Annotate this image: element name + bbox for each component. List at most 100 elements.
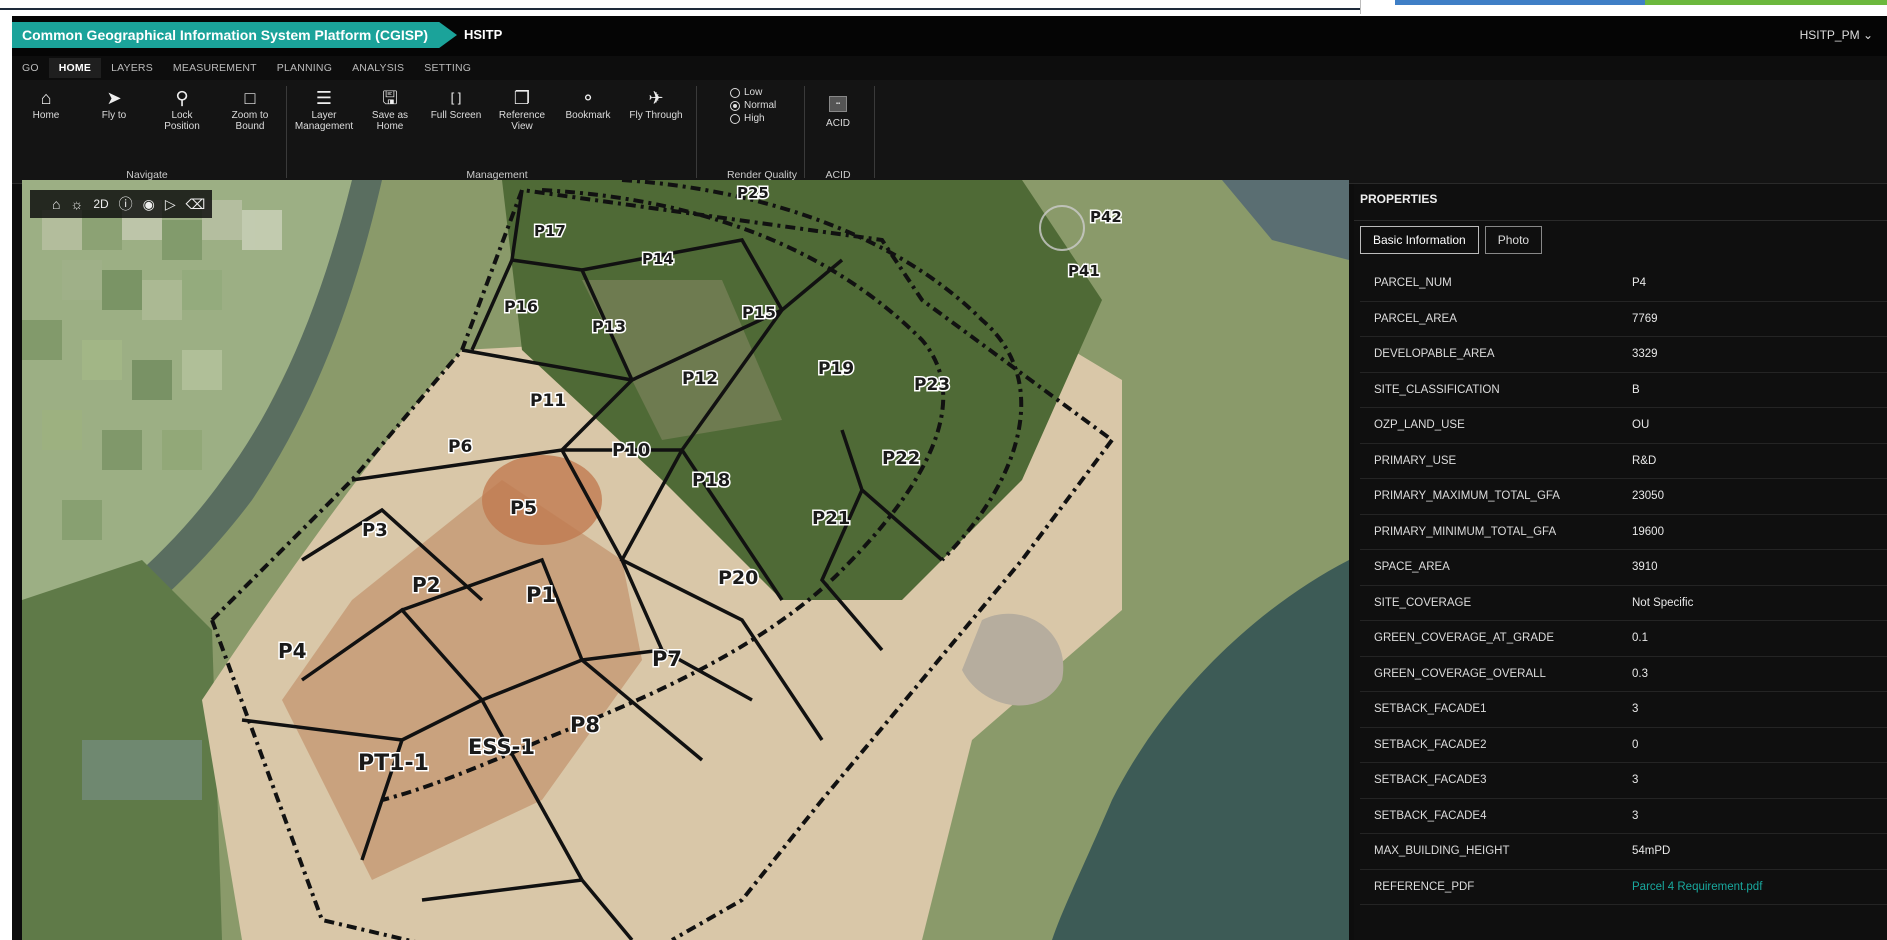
menu-layers[interactable]: LAYERS [101, 58, 163, 78]
home-icon[interactable]: ⌂ [52, 190, 60, 218]
menu-setting[interactable]: SETTING [414, 58, 481, 78]
lock-position-label: Lock Position [164, 110, 200, 132]
menu-planning[interactable]: PLANNING [267, 58, 342, 78]
video-icon[interactable]: ▷ [165, 190, 176, 218]
menu-measurement[interactable]: MEASUREMENT [163, 58, 267, 78]
tag-icon: ⚬ [580, 88, 596, 108]
ribbon-separator [696, 86, 697, 178]
parcel-label[interactable]: P16 [503, 296, 540, 318]
menu-analysis[interactable]: ANALYSIS [342, 58, 414, 78]
property-key: SETBACK_FACADE2 [1374, 738, 1487, 751]
home-button[interactable]: ⌂ Home [14, 86, 78, 121]
camera-icon[interactable]: ◉ [143, 190, 155, 218]
map-viewer[interactable]: P25 P17 P14 P42 P41 P16 P13 P15 P12 P19 … [22, 180, 1349, 940]
acid-button[interactable]: ▪▪ ACID [806, 92, 870, 129]
property-row: SETBACK_FACADE3 3 [1360, 763, 1887, 799]
parcel-label[interactable]: P2 [411, 572, 443, 599]
properties-title: PROPERTIES [1360, 192, 1438, 206]
parcel-label[interactable]: P6 [447, 436, 474, 459]
parcel-label[interactable]: P14 [641, 249, 676, 270]
property-row: SETBACK_FACADE1 3 [1360, 692, 1887, 728]
tab-photo[interactable]: Photo [1484, 226, 1543, 254]
parcel-label[interactable]: P25 [736, 183, 771, 204]
property-key: MAX_BUILDING_HEIGHT [1374, 845, 1510, 858]
zoom-to-bound-button[interactable]: □ Zoom to Bound [218, 86, 282, 132]
property-value: 3 [1632, 809, 1639, 822]
parcel-label[interactable]: P41 [1067, 261, 1102, 282]
browser-top-strip [0, 0, 1887, 14]
user-menu[interactable]: HSITP_PM ⌄ [1800, 22, 1873, 48]
menu-home[interactable]: HOME [48, 58, 102, 78]
menu-go[interactable]: GO [12, 58, 49, 78]
property-row: OZP_LAND_USE OU [1360, 408, 1887, 444]
property-value: 54mPD [1632, 845, 1671, 858]
info-icon[interactable]: ⓘ [119, 190, 133, 218]
parcel-label[interactable]: P15 [741, 302, 778, 324]
render-quality-normal[interactable]: Normal [730, 99, 776, 112]
properties-panel: PROPERTIES Basic Information Photo PARCE… [1354, 184, 1887, 940]
parcel-label[interactable]: P4 [277, 638, 309, 665]
app-title: Common Geographical Information System P… [12, 22, 457, 48]
property-value: 3910 [1632, 561, 1658, 574]
lock-position-button[interactable]: ⚲ Lock Position [150, 86, 214, 132]
parcel-label[interactable]: P8 [569, 712, 602, 739]
parcel-label[interactable]: P21 [811, 507, 852, 531]
parcel-label[interactable]: P3 [361, 519, 390, 543]
parcel-label[interactable]: P18 [691, 469, 732, 493]
aerial-map[interactable]: P25 P17 P14 P42 P41 P16 P13 P15 P12 P19 … [22, 180, 1349, 940]
parcel-label[interactable]: P5 [509, 496, 539, 521]
property-link[interactable]: Parcel 4 Requirement.pdf [1632, 881, 1762, 893]
property-key: PRIMARY_MAXIMUM_TOTAL_GFA [1374, 490, 1560, 503]
render-quality-options: Low Normal High [730, 86, 776, 125]
radio-icon [730, 113, 740, 124]
parcel-label[interactable]: P42 [1089, 207, 1124, 228]
main-menu: GO HOME LAYERS MEASUREMENT PLANNING ANAL… [12, 58, 1887, 78]
parcel-label[interactable]: P11 [529, 390, 568, 413]
mode-2d-toggle[interactable]: 2D [93, 190, 108, 218]
render-quality-high-label: High [744, 113, 765, 124]
parcel-label[interactable]: PT1-1 [357, 750, 431, 778]
render-quality-low[interactable]: Low [730, 86, 776, 99]
compass-icon[interactable]: ☼ [70, 190, 83, 218]
property-key: REFERENCE_PDF [1374, 880, 1475, 893]
property-value: P4 [1632, 277, 1647, 290]
property-row: PRIMARY_USE R&D [1360, 444, 1887, 479]
property-value: 3 [1632, 703, 1639, 716]
send-icon: ➤ [106, 88, 122, 108]
render-quality-high[interactable]: High [730, 112, 776, 125]
parcel-label[interactable]: P1 [525, 582, 558, 609]
parcel-label[interactable]: P10 [611, 439, 652, 463]
user-name: HSITP_PM [1799, 28, 1860, 42]
property-row: MAX_BUILDING_HEIGHT 54mPD [1360, 834, 1887, 870]
fly-through-button[interactable]: ✈ Fly Through [624, 86, 688, 121]
properties-tabs: Basic Information Photo [1360, 226, 1543, 254]
properties-divider [1354, 220, 1887, 221]
save-as-home-button[interactable]: 🖫 Save as Home [358, 86, 422, 132]
parcel-label[interactable]: P20 [717, 566, 760, 591]
property-value: 23050 [1632, 490, 1664, 503]
tab-basic-information[interactable]: Basic Information [1360, 226, 1479, 254]
parcel-label[interactable]: P19 [817, 358, 856, 381]
property-value: 0 [1632, 738, 1639, 751]
ribbon-separator [874, 86, 875, 178]
property-value: 0.1 [1632, 632, 1648, 645]
property-value: OU [1632, 419, 1650, 432]
parcel-label[interactable]: P23 [913, 374, 952, 397]
parcel-label[interactable]: P7 [651, 646, 684, 673]
parcel-label[interactable]: P22 [881, 447, 922, 471]
project-name: HSITP [464, 27, 503, 42]
bookmark-label: Bookmark [565, 110, 611, 121]
layer-management-button[interactable]: ☰ Layer Management [292, 86, 356, 132]
parcel-label[interactable]: ESS-1 [467, 734, 537, 761]
reference-view-button[interactable]: ❐ Reference View [490, 86, 554, 132]
full-screen-button[interactable]: [ ] Full Screen [424, 86, 488, 121]
fly-to-button[interactable]: ➤ Fly to [82, 86, 146, 121]
bookmark-button[interactable]: ⚬ Bookmark [556, 86, 620, 121]
property-row: SITE_COVERAGE Not Specific [1360, 586, 1887, 621]
parcel-label[interactable]: P17 [533, 221, 568, 242]
property-row: SITE_CLASSIFICATION B [1360, 373, 1887, 408]
parcel-label[interactable]: P12 [681, 368, 720, 391]
map-toolbar: ⌂ ☼ 2D ⓘ ◉ ▷ ⌫ [30, 190, 212, 218]
trash-icon[interactable]: ⌫ [186, 190, 206, 218]
parcel-label[interactable]: P13 [591, 316, 628, 338]
